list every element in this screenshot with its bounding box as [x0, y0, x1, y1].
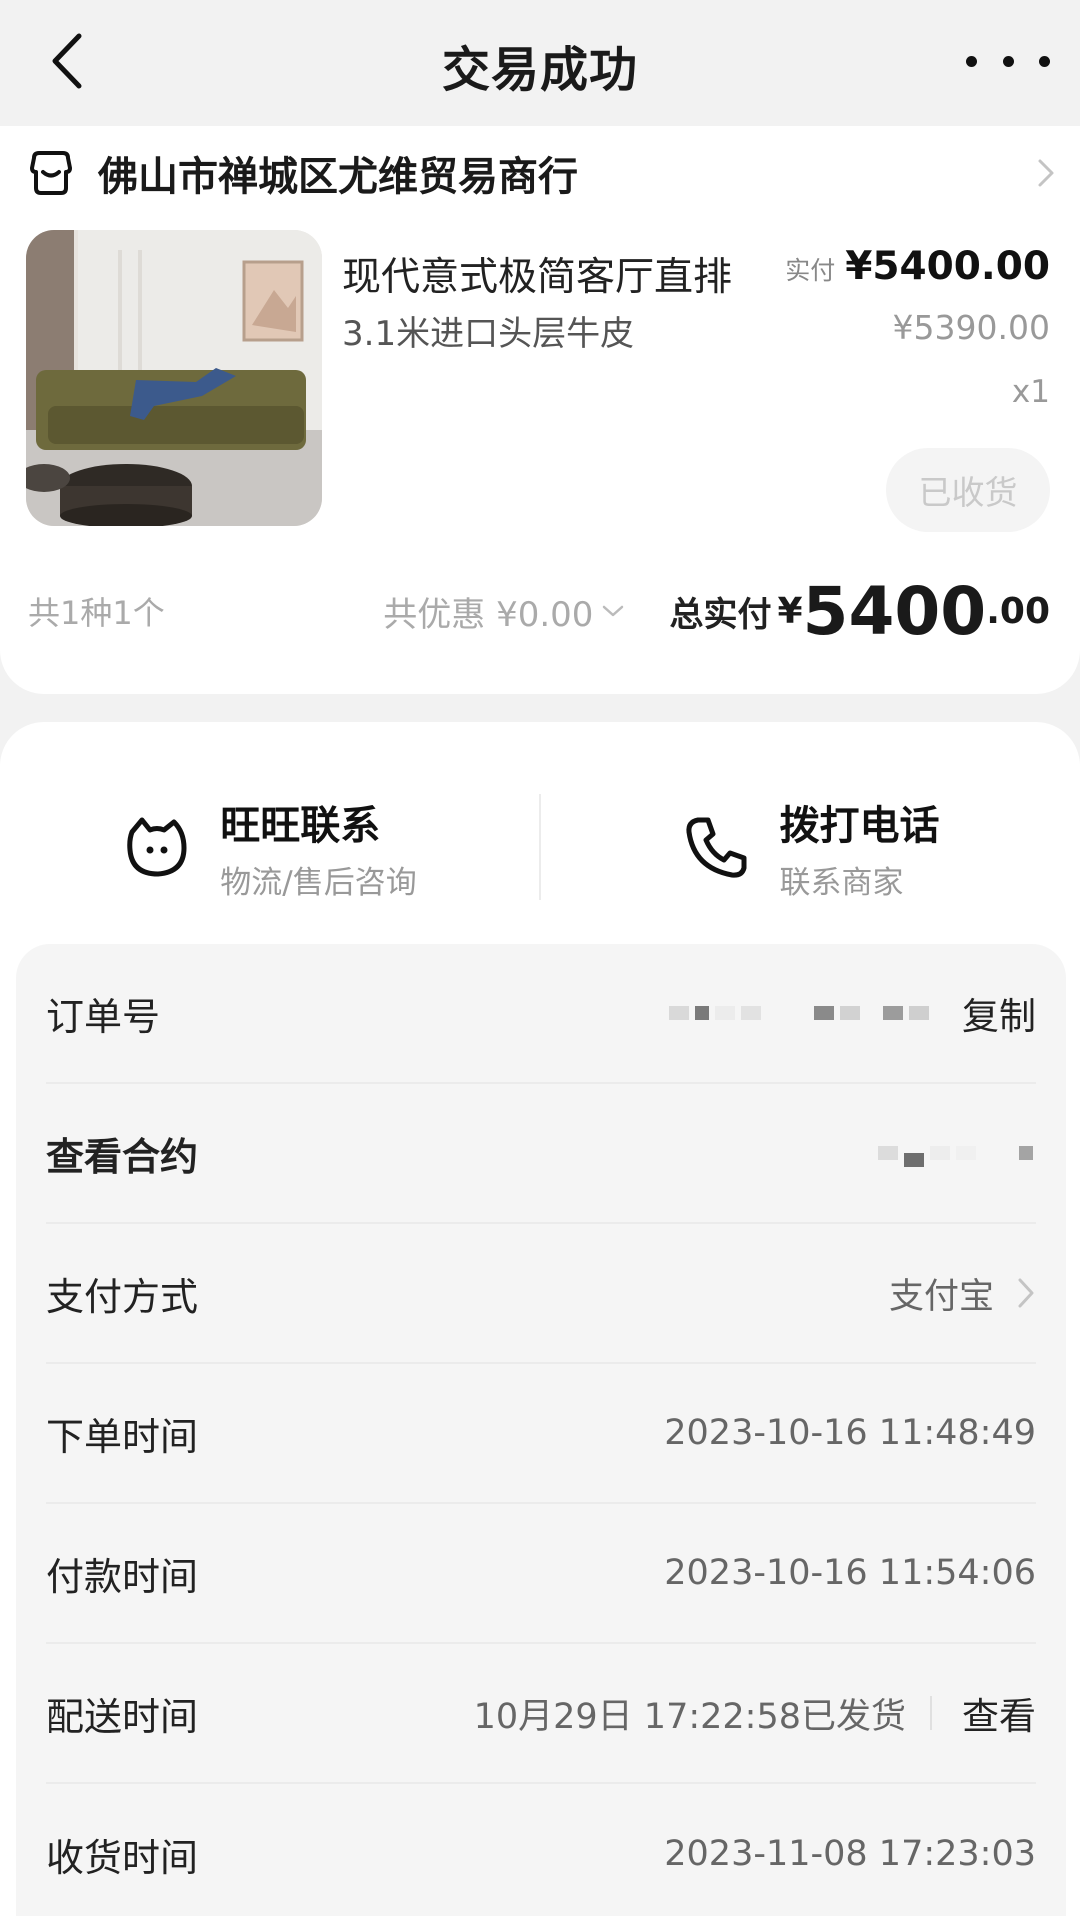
delivery-separator [930, 1696, 932, 1730]
total-currency: ¥ [777, 590, 803, 632]
product-title[interactable]: 现代意式极简客厅直排 [342, 246, 732, 302]
call-merchant-button[interactable]: 拨打电话 联系商家 [541, 782, 1080, 912]
details-card: 旺旺联系 物流/售后咨询 拨打电话 联系商家 订单号 复制 查看合约 支付方式 … [0, 722, 1080, 1916]
receipt-time-label: 收货时间 [46, 1835, 199, 1880]
payment-time-value: 2023-10-16 11:54:06 [664, 1553, 1036, 1593]
contract-label: 查看合约 [46, 1134, 199, 1179]
wangwang-contact-button[interactable]: 旺旺联系 物流/售后咨询 [0, 782, 539, 912]
delivery-time-label: 配送时间 [46, 1694, 199, 1739]
view-delivery-button[interactable]: 查看 [962, 1686, 1036, 1740]
wangwang-subtitle: 物流/售后咨询 [220, 864, 417, 901]
quantity: x1 [1011, 374, 1050, 410]
order-number-label: 订单号 [46, 994, 161, 1039]
more-dot [1039, 55, 1050, 67]
discount-text: 共优惠 ¥0.00 [383, 594, 594, 635]
order-number-row: 订单号 复制 [46, 944, 1036, 1084]
contract-value-redacted [875, 1139, 1036, 1167]
delivery-time-value: 10月29日 17:22:58已发货 [474, 1688, 932, 1739]
delivery-time-text: 10月29日 17:22:58已发货 [473, 1696, 906, 1737]
product-image[interactable] [26, 230, 322, 526]
phone-icon [685, 817, 746, 878]
order-info-panel: 订单号 复制 查看合约 支付方式 支付宝 下单时间 2023-10-16 11:… [16, 944, 1066, 1916]
receipt-time-value: 2023-11-08 17:23:03 [664, 1834, 1036, 1874]
chevron-down-icon [603, 605, 624, 617]
original-price: ¥5390.00 [892, 308, 1050, 347]
call-subtitle: 联系商家 [779, 864, 904, 901]
total-amount: 5400 [802, 572, 987, 650]
more-dot [1002, 55, 1014, 67]
order-number-value-redacted [666, 1006, 932, 1020]
order-time-value: 2023-10-16 11:48:49 [664, 1413, 1036, 1453]
more-dots-icon [966, 55, 977, 67]
call-title: 拨打电话 [779, 802, 940, 849]
payment-method-label: 支付方式 [46, 1274, 199, 1319]
shop-name: 佛山市禅城区尤维贸易商行 [98, 154, 578, 200]
chevron-right-icon [1018, 1278, 1034, 1308]
order-time-label: 下单时间 [46, 1414, 199, 1459]
total-label: 总实付 [669, 594, 772, 635]
paid-amount: 实付 ¥5400.00 [785, 244, 1050, 289]
payment-method-row[interactable]: 支付方式 支付宝 [46, 1224, 1036, 1364]
shop-row[interactable]: 佛山市禅城区尤维贸易商行 [26, 138, 1058, 208]
order-time-row: 下单时间 2023-10-16 11:48:49 [46, 1364, 1036, 1504]
total-amount-decimal: .00 [986, 590, 1050, 632]
item-count: 共1种1个 [28, 594, 165, 632]
order-card: 佛山市禅城区尤维贸易商行 现代意式极简客厅直排 3.1米进口头层牛皮 实付 ¥5… [0, 126, 1080, 694]
chevron-right-icon [1038, 159, 1054, 187]
paid-label: 实付 [785, 256, 836, 285]
contact-row: 旺旺联系 物流/售后咨询 拨打电话 联系商家 [0, 782, 1080, 912]
order-summary: 共1种1个 共优惠 ¥0.00 总实付 ¥ 5400 .00 [28, 566, 1050, 656]
payment-method-value: 支付宝 [889, 1268, 1036, 1319]
contract-row[interactable]: 查看合约 [46, 1084, 1036, 1224]
copy-order-number-button[interactable]: 复制 [962, 986, 1036, 1040]
delivery-time-row: 配送时间 10月29日 17:22:58已发货 查看 [46, 1644, 1036, 1784]
wangwang-title: 旺旺联系 [220, 802, 381, 849]
paid-value: ¥5400.00 [845, 244, 1050, 289]
wangwang-chat-icon [127, 817, 187, 877]
product-spec: 3.1米进口头层牛皮 [342, 314, 635, 354]
shop-icon [30, 151, 72, 195]
discount-toggle[interactable]: 共优惠 ¥0.00 [383, 587, 625, 636]
more-button[interactable] [966, 36, 1050, 86]
receipt-time-row: 收货时间 2023-11-08 17:23:03 [46, 1784, 1036, 1916]
top-bar: 交易成功 [0, 0, 1080, 128]
payment-method-text: 支付宝 [888, 1276, 994, 1317]
received-status-button[interactable]: 已收货 [886, 448, 1050, 532]
payment-time-label: 付款时间 [46, 1554, 199, 1599]
page-title: 交易成功 [441, 42, 638, 98]
payment-time-row: 付款时间 2023-10-16 11:54:06 [46, 1504, 1036, 1644]
